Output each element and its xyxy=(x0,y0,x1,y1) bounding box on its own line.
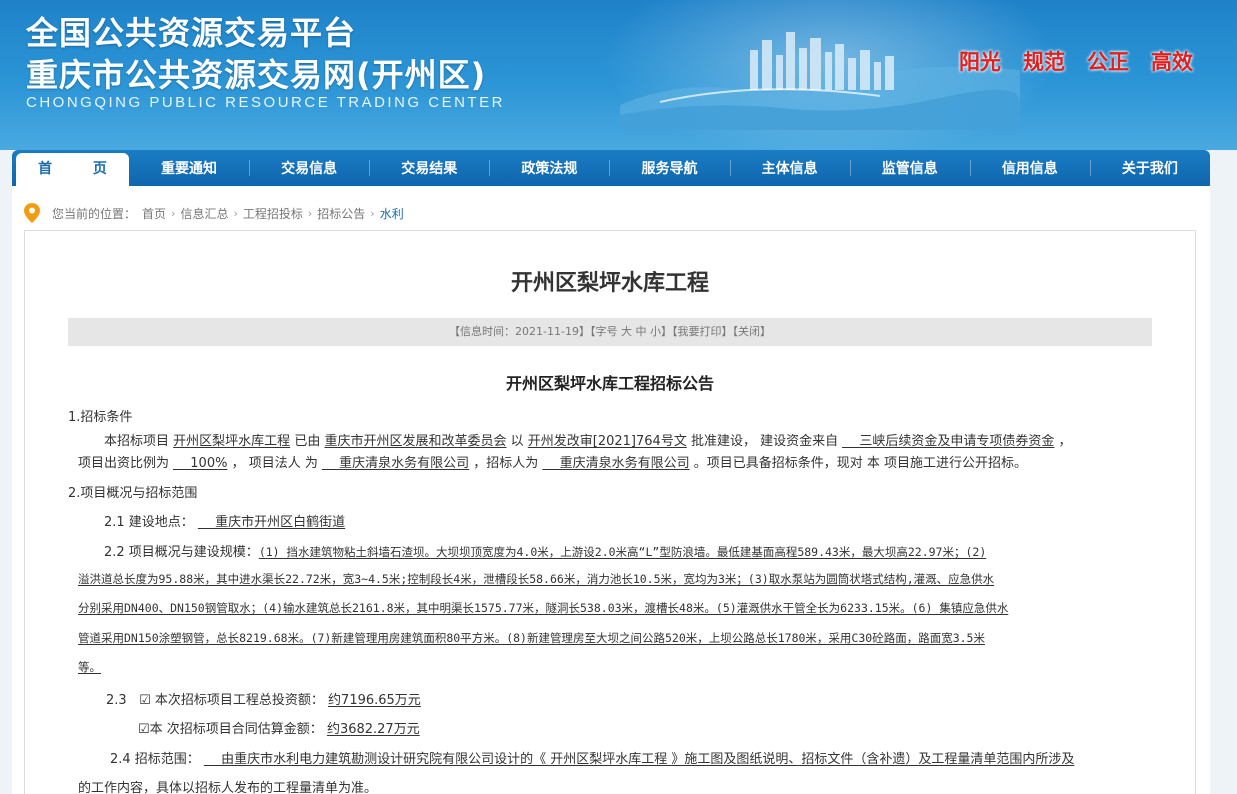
article-info-bar: 【信息时间：2021-11-19】【字号 大 中 小】【我要打印】【关闭】 xyxy=(68,318,1152,346)
section-2-2-line4: 管道采用DN150涂塑钢管，总长8219.68米。(7)新建管理用房建筑面积80… xyxy=(78,631,985,645)
breadcrumb-engineering[interactable]: 工程招投标 xyxy=(243,205,303,222)
nav-item-trading-info[interactable]: 交易信息 xyxy=(249,150,369,186)
construction-location: __ 重庆市开州区白鹤街道 xyxy=(197,515,346,530)
breadcrumb-separator: › xyxy=(171,206,176,220)
section-2-2-line1: 2.2 项目概况与建设规模：(1) 挡水建筑物粘土斜墙石渣坝。大坝坝顶宽度为4.… xyxy=(104,545,987,560)
project-scale-text: (1) 挡水建筑物粘土斜墙石渣坝。大坝坝顶宽度为4.0米，上游设2.0米高“L”… xyxy=(258,545,987,559)
breadcrumb: 您当前的位置： 首页 › 信息汇总 › 工程招投标 › 招标公告 › 水利 xyxy=(24,203,404,223)
info-time-label: 【信息时间： xyxy=(449,325,516,338)
project-name: 开州区梨坪水库工程 xyxy=(173,434,291,449)
breadcrumb-separator: › xyxy=(370,206,375,220)
checkbox-icon: ☑ xyxy=(138,722,150,737)
print-button[interactable]: 】【我要打印】 xyxy=(661,325,733,338)
nav-item-trading-results[interactable]: 交易结果 xyxy=(369,150,489,186)
legal-entity: __ 重庆清泉水务有限公司 xyxy=(322,456,470,471)
page-title: 开州区梨坪水库工程 xyxy=(510,271,709,296)
slogan-1: 阳光 xyxy=(959,50,1001,74)
header-banner: 全国公共资源交易平台 重庆市公共资源交易网(开州区) CHONGQING PUB… xyxy=(0,0,1237,150)
slogan-2: 规范 xyxy=(1023,50,1065,74)
nav-item-credit-info[interactable]: 信用信息 xyxy=(969,150,1090,186)
checkbox-icon: ☑ xyxy=(139,693,151,708)
main-nav: 首 页 重要通知 交易信息 交易结果 政策法规 服务导航 主体信息 监管信息 信… xyxy=(12,150,1210,186)
breadcrumb-prefix: 您当前的位置： xyxy=(52,206,137,221)
info-font-label: 】【字号 xyxy=(578,325,618,338)
contract-estimate: 约3682.27万元 xyxy=(326,722,420,737)
font-size-medium-button[interactable]: 中 xyxy=(635,325,646,338)
breadcrumb-separator: › xyxy=(307,206,313,220)
breadcrumb-home[interactable]: 首页 xyxy=(142,205,166,222)
tenderer: __ 重庆清泉水务有限公司 xyxy=(542,456,690,471)
funding-ratio: __ 100% xyxy=(173,456,228,471)
tender-scope: __ 由重庆市水利电力建筑勘测设计研究院有限公司设计的《 开州区梨坪水库工程 》… xyxy=(203,752,1075,767)
approval-document-number: 开州发改审[2021]764号文 xyxy=(527,434,687,449)
document-title: 开州区梨坪水库工程招标公告 xyxy=(505,374,714,393)
location-pin-icon xyxy=(24,203,40,223)
breadcrumb-tender-notice[interactable]: 招标公告 xyxy=(317,205,365,222)
nav-item-notices[interactable]: 重要通知 xyxy=(129,150,249,186)
font-size-large-button[interactable]: 大 xyxy=(621,325,632,338)
slogan-4: 高效 xyxy=(1151,50,1193,74)
section-1-heading: 1.招标条件 xyxy=(68,410,133,425)
section-2-1: 2.1 建设地点： __ 重庆市开州区白鹤街道 xyxy=(104,515,346,530)
total-investment: 约7196.65万元 xyxy=(328,693,421,708)
site-title-line1: 全国公共资源交易平台 xyxy=(26,14,357,52)
approving-authority: 重庆市开州区发展和改革委员会 xyxy=(324,434,507,449)
nav-item-home[interactable]: 首 页 xyxy=(16,153,129,186)
section-2-heading: 2.项目概况与招标范围 xyxy=(68,486,198,501)
site-title-english: CHONGQING PUBLIC RESOURCE TRADING CENTER xyxy=(26,94,505,111)
section-2-4-line2: 的工作内容，具体以招标人发布的工程量清单为准。 xyxy=(78,781,378,794)
info-time-value: 2021-11-19 xyxy=(515,325,579,338)
section-1-line2: 项目出资比例为 __ 100% ， 项目法人 为 __ 重庆清泉水务有限公司 ，… xyxy=(78,456,1027,471)
section-2-2-line2: 溢洪道总长度为95.88米，其中进水渠长22.72米，宽3~4.5米;控制段长4… xyxy=(78,572,995,586)
section-2-3-line1: 2.3 ☑ 本次招标项目工程总投资额： 约7196.65万元 xyxy=(106,693,421,708)
nav-item-entity-info[interactable]: 主体信息 xyxy=(729,150,850,186)
site-title-line2: 重庆市公共资源交易网(开州区) xyxy=(26,56,487,94)
nav-item-supervision-info[interactable]: 监管信息 xyxy=(849,150,970,186)
font-size-small-button[interactable]: 小 xyxy=(650,325,661,338)
nav-item-policies[interactable]: 政策法规 xyxy=(489,150,609,186)
funding-source: __ 三峡后续资金及申请专项债券资金 xyxy=(842,434,1055,449)
breadcrumb-current[interactable]: 水利 xyxy=(380,205,404,222)
section-2-2-line5: 等。 xyxy=(78,660,101,674)
section-2-2-line3: 分别采用DN400、DN150钢管取水；(4)输水建筑总长2161.8米，其中明… xyxy=(78,601,1009,615)
breadcrumb-summary[interactable]: 信息汇总 xyxy=(180,205,228,222)
section-2-3-line2: ☑本 次招标项目合同估算金额： 约3682.27万元 xyxy=(138,722,420,737)
section-1-line1: 本招标项目 开州区梨坪水库工程 已由 重庆市开州区发展和改革委员会 以 开州发改… xyxy=(104,434,1072,449)
breadcrumb-separator: › xyxy=(233,206,238,220)
slogans: 阳光 规范 公正 高效 xyxy=(959,46,1193,76)
nav-item-about-us[interactable]: 关于我们 xyxy=(1089,150,1210,186)
section-2-4-line1: 2.4 招标范围： __ 由重庆市水利电力建筑勘测设计研究院有限公司设计的《 开… xyxy=(110,752,1075,767)
slogan-3: 公正 xyxy=(1087,50,1129,74)
nav-item-service-guide[interactable]: 服务导航 xyxy=(609,150,729,186)
close-button[interactable]: 【关闭】 xyxy=(732,325,771,338)
